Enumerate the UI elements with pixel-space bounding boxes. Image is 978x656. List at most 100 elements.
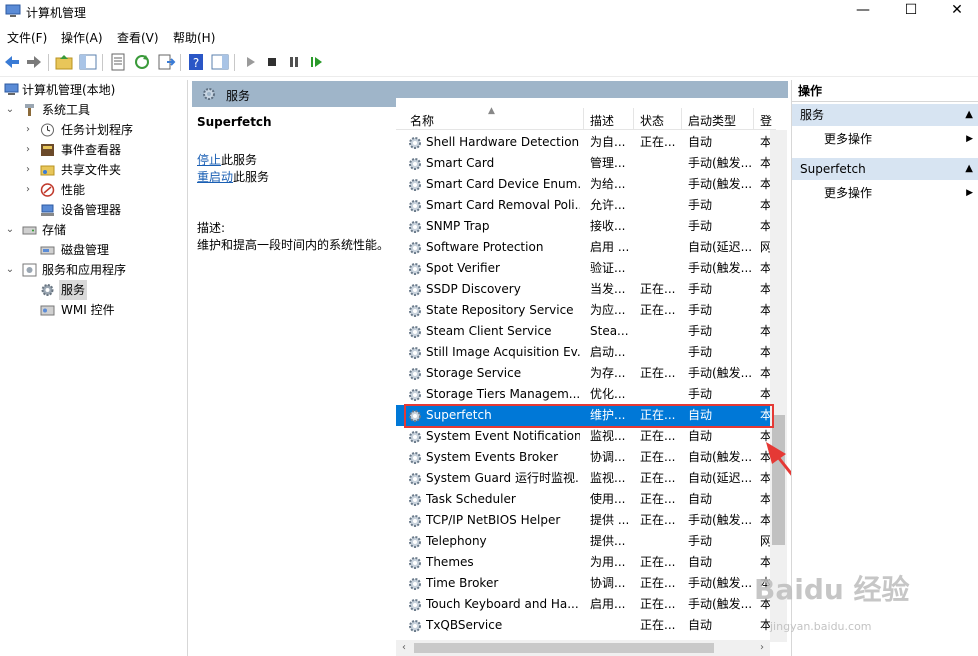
close-button[interactable]: ✕	[934, 0, 978, 22]
menu-view[interactable]: 查看(V)	[117, 29, 159, 46]
service-status: 正在...	[640, 135, 676, 149]
stop-service-link[interactable]: 停止	[197, 153, 221, 167]
forward-icon[interactable]	[24, 52, 44, 72]
service-name: Smart Card Device Enum...	[426, 177, 580, 191]
table-row[interactable]: System Guard 运行时监视... 监视... 正在... 自动(延迟... 本	[396, 468, 770, 489]
tree-item-event-viewer[interactable]: › 事件查看器	[0, 140, 186, 160]
table-row[interactable]: Spot Verifier 验证... 手动(触发... 本	[396, 258, 770, 279]
services-header-title: 服务	[226, 89, 251, 103]
tree-item-shared-folders[interactable]: › 共享文件夹	[0, 160, 186, 180]
service-startup-type: 自动(延迟...	[688, 471, 752, 485]
show-action-pane-icon[interactable]	[210, 52, 230, 72]
table-row[interactable]: Task Scheduler 使用... 正在... 自动本	[396, 489, 770, 510]
service-gear-icon	[409, 473, 421, 485]
chevron-right-icon[interactable]: ›	[22, 160, 34, 180]
table-row[interactable]: Smart Card Device Enum... 为给... 手动(触发... 本	[396, 174, 770, 195]
service-name: Software Protection	[426, 240, 544, 254]
tree-item-wmi[interactable]: WMI 控件	[0, 300, 186, 320]
service-gear-icon	[409, 494, 421, 506]
table-row[interactable]: Steam Client Service Stea... 手动 本	[396, 321, 770, 342]
pause-service-icon[interactable]	[284, 52, 304, 72]
table-row[interactable]: SSDP Discovery 当发... 正在... 手动 本	[396, 279, 770, 300]
table-row[interactable]: System Event Notification... 监视... 正在... 自动…	[396, 426, 770, 447]
tree-item-label: 共享文件夹	[61, 163, 122, 177]
chevron-right-icon[interactable]: ›	[22, 120, 34, 140]
collapse-up-icon[interactable]: ▲	[965, 158, 973, 180]
menu-help[interactable]: 帮助(H)	[173, 29, 215, 46]
vertical-scrollbar[interactable]	[770, 130, 787, 642]
table-row[interactable]: TCP/IP NetBIOS Helper 提供 ... 正在... 手动(触发...…	[396, 510, 770, 531]
column-logon[interactable]: 登	[760, 112, 772, 129]
service-logon: 本	[760, 618, 770, 632]
tree-item-disk-management[interactable]: 磁盘管理	[0, 240, 186, 260]
table-row[interactable]: Themes 为用... 正在... 自动本	[396, 552, 770, 573]
restart-service-icon[interactable]	[306, 52, 326, 72]
properties-icon[interactable]	[108, 52, 128, 72]
service-gear-icon	[409, 263, 421, 275]
toolbar-separator	[234, 54, 235, 71]
table-row[interactable]: Time Broker 协调... 正在... 手动(触发... 本	[396, 573, 770, 594]
service-description: 使用...	[590, 492, 626, 506]
more-actions-services[interactable]: 更多操作 ▶	[792, 128, 978, 150]
maximize-button[interactable]: ☐	[888, 0, 934, 22]
show-hide-tree-icon[interactable]	[78, 52, 98, 72]
actions-section-services[interactable]: 服务 ▲	[792, 104, 978, 126]
refresh-icon[interactable]	[132, 52, 152, 72]
tree-item-label: 事件查看器	[61, 143, 122, 157]
horizontal-scroll-thumb[interactable]	[414, 643, 714, 653]
table-row[interactable]: TxQBService 正在... 自动 本	[396, 615, 770, 636]
up-folder-icon[interactable]	[54, 52, 74, 72]
export-list-icon[interactable]	[156, 52, 176, 72]
table-row[interactable]: Smart Card 管理... 手动(触发... 本	[396, 153, 770, 174]
tree-item-task-scheduler[interactable]: › 任务计划程序	[0, 120, 186, 140]
table-row[interactable]: State Repository Service 为应... 正在... 手动 本	[396, 300, 770, 321]
collapse-up-icon[interactable]: ▲	[965, 104, 973, 126]
table-row[interactable]: System Events Broker 协调... 正在... 自动(触发... 本	[396, 447, 770, 468]
column-divider[interactable]	[583, 108, 584, 130]
scroll-right-icon[interactable]: ›	[754, 640, 770, 656]
column-status[interactable]: 状态	[640, 112, 680, 129]
highlight-annotation	[404, 404, 774, 428]
restart-service-link[interactable]: 重启动	[197, 170, 233, 184]
more-actions-superfetch[interactable]: 更多操作 ▶	[792, 182, 978, 204]
start-service-icon[interactable]	[240, 52, 260, 72]
tree-item-performance[interactable]: › 性能	[0, 180, 186, 200]
tree-item-device-manager[interactable]: 设备管理器	[0, 200, 186, 220]
tree-item-system-tools[interactable]: ⌄ 系统工具	[0, 100, 186, 120]
chevron-down-icon[interactable]: ⌄	[4, 220, 16, 240]
help-icon[interactable]: ?	[186, 52, 206, 72]
chevron-down-icon[interactable]: ⌄	[4, 260, 16, 280]
table-row[interactable]: Software Protection 启用 ... 自动(延迟... 网	[396, 237, 770, 258]
chevron-right-icon[interactable]: ›	[22, 140, 34, 160]
chevron-down-icon[interactable]: ⌄	[4, 100, 16, 120]
table-row[interactable]: Storage Service 为存... 正在... 手动(触发... 本	[396, 363, 770, 384]
svg-text:?: ?	[193, 56, 199, 70]
table-row[interactable]: Smart Card Removal Poli... 允许... 手动 本	[396, 195, 770, 216]
minimize-button[interactable]: —	[840, 0, 886, 22]
menu-action[interactable]: 操作(A)	[61, 29, 103, 46]
column-divider[interactable]	[753, 108, 754, 130]
horizontal-scrollbar[interactable]: ‹ ›	[396, 640, 770, 656]
table-row[interactable]: Still Image Acquisition Ev... 启动... 手动 本	[396, 342, 770, 363]
table-row[interactable]: Touch Keyboard and Ha... 启用... 正在... 手动(触发.…	[396, 594, 770, 615]
tree-item-services-apps[interactable]: ⌄ 服务和应用程序	[0, 260, 186, 280]
tree-item-storage[interactable]: ⌄ 存储	[0, 220, 186, 240]
tree-item-services[interactable]: 服务	[0, 280, 186, 300]
column-divider[interactable]	[681, 108, 682, 130]
column-description[interactable]: 描述	[590, 112, 636, 129]
chevron-right-icon[interactable]: ›	[22, 180, 34, 200]
table-row[interactable]: Shell Hardware Detection 为自... 正在... 自动 本	[396, 132, 770, 153]
scroll-left-icon[interactable]: ‹	[396, 640, 412, 656]
actions-section-superfetch[interactable]: Superfetch ▲	[792, 158, 978, 180]
stop-service-icon[interactable]	[262, 52, 282, 72]
tree-root[interactable]: 计算机管理(本地)	[0, 80, 186, 100]
table-row[interactable]: Telephony 提供... 手动网	[396, 531, 770, 552]
column-startup-type[interactable]: 启动类型	[688, 112, 754, 129]
service-description: 启动...	[590, 345, 626, 359]
table-row[interactable]: Storage Tiers Managem... 优化... 手动 本	[396, 384, 770, 405]
menu-file[interactable]: 文件(F)	[7, 29, 47, 46]
back-icon[interactable]	[2, 52, 22, 72]
column-divider[interactable]	[633, 108, 634, 130]
column-name[interactable]: 名称	[410, 112, 580, 129]
table-row[interactable]: SNMP Trap 接收... 手动 本	[396, 216, 770, 237]
